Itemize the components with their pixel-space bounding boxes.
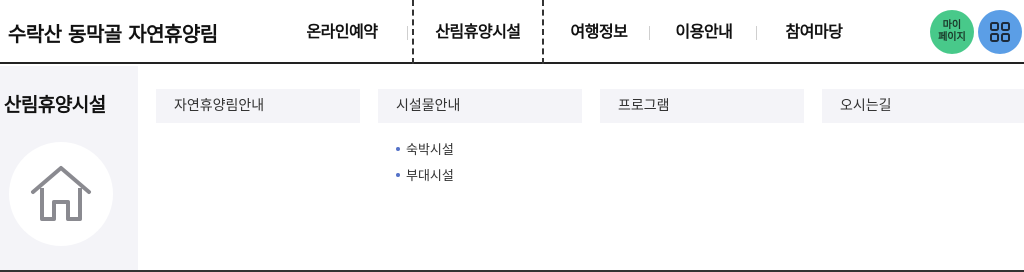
bullet-dot — [396, 146, 400, 151]
nav-separator — [649, 26, 650, 40]
nav-participation[interactable]: 참여마당 — [764, 0, 864, 64]
mypage-label-line1: 마이 — [942, 20, 962, 31]
nav-forest-facilities[interactable]: 산림휴양시설 — [414, 0, 542, 64]
nav-separator — [407, 26, 408, 40]
submenu-category-program[interactable]: 프로그램 — [600, 89, 804, 123]
submenu-category-directions[interactable]: 오시는길 — [822, 89, 1024, 123]
submenu-item-lodging[interactable]: 숙박시설 — [396, 139, 454, 158]
nav-online-reservation[interactable]: 온라인예약 — [292, 0, 392, 64]
submenu-item-label: 숙박시설 — [406, 143, 454, 158]
submenu-side-panel: 산림휴양시설 — [0, 66, 138, 272]
home-icon — [31, 166, 91, 221]
submenu-item-amenities[interactable]: 부대시설 — [396, 165, 454, 184]
submenu-item-label: 부대시설 — [406, 169, 454, 184]
submenu-title: 산림휴양시설 — [4, 94, 106, 116]
grid-menu-icon — [990, 22, 1010, 42]
submenu-category-facilities[interactable]: 시설물안내 — [378, 89, 582, 123]
mypage-button[interactable]: 마이 페이지 — [930, 10, 974, 54]
top-header: 수락산 동막골 자연휴양림 온라인예약 산림휴양시설 여행정보 이용안내 참여마… — [0, 0, 1024, 64]
mypage-label-line2: 페이지 — [938, 32, 966, 43]
site-title[interactable]: 수락산 동막골 자연휴양림 — [8, 18, 218, 47]
nav-usage-guide[interactable]: 이용안내 — [654, 0, 754, 64]
home-icon-badge — [9, 142, 113, 246]
submenu-category-forest-guide[interactable]: 자연휴양림안내 — [156, 89, 360, 123]
nav-travel-info[interactable]: 여행정보 — [554, 0, 644, 64]
all-menu-button[interactable] — [978, 10, 1022, 54]
bullet-dot — [396, 172, 400, 177]
nav-separator — [756, 26, 757, 40]
